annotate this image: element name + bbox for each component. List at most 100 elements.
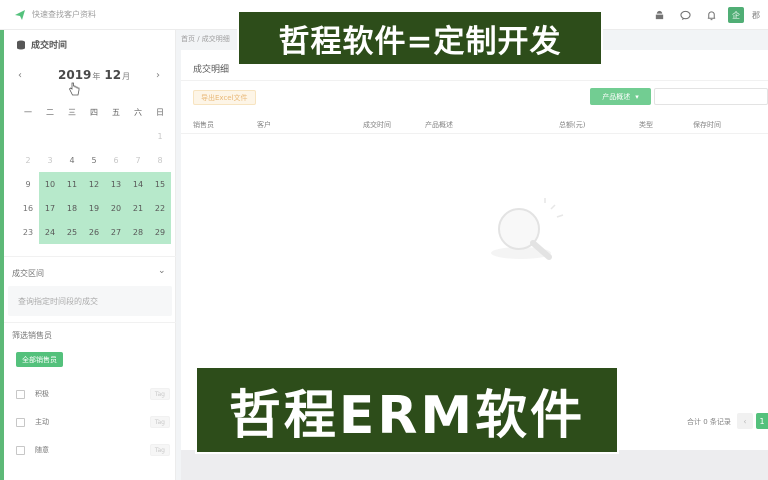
calendar-day-selected[interactable]: 29 — [149, 220, 171, 244]
calendar-grid: 一 二 三 四 五 六 日 1 2 3 4 5 6 7 8 9 10 11 12… — [17, 100, 171, 244]
calendar-day-selected[interactable]: 15 — [149, 172, 171, 196]
sales-rep-checkbox[interactable] — [16, 445, 25, 455]
page-title: 成交明细 — [193, 65, 230, 75]
sales-rep-item[interactable]: 随意 Tag — [16, 442, 172, 458]
database-icon — [17, 40, 25, 49]
bottom-strip — [181, 450, 768, 480]
weekday-label: 一 — [24, 107, 32, 117]
empty-magnifier-icon — [491, 198, 564, 260]
weekday-label: 五 — [112, 107, 120, 117]
weekday-label: 三 — [68, 107, 76, 117]
user-name[interactable]: 郡 — [752, 10, 768, 21]
sales-rep-tag: Tag — [149, 416, 170, 428]
calendar-day[interactable]: 16 — [17, 196, 39, 220]
filter-sales-title: 筛选销售员 — [12, 331, 52, 340]
calendar-day-empty — [39, 124, 61, 148]
calendar-day-empty — [61, 124, 83, 148]
divider — [181, 80, 768, 81]
quick-search-link[interactable]: 快速查找客户资料 — [0, 9, 96, 21]
column-header[interactable]: 销售员 — [193, 120, 214, 130]
page-current-button[interactable]: 1 — [756, 413, 768, 429]
calendar-day-selected[interactable]: 10 — [39, 172, 61, 196]
deal-range-title: 成交区间 — [12, 269, 44, 278]
sales-rep-item[interactable]: 主动 Tag — [16, 414, 172, 430]
calendar-day-empty — [127, 124, 149, 148]
deal-time-title: 成交时间 — [16, 38, 67, 51]
sales-rep-tag: Tag — [149, 388, 170, 400]
column-header[interactable]: 总额(元) — [559, 120, 585, 130]
calendar-day-selected[interactable]: 25 — [61, 220, 83, 244]
chevron-down-icon: ▾ — [635, 92, 639, 101]
calendar-day[interactable]: 1 — [149, 124, 171, 148]
page-prev-button[interactable]: ‹ — [737, 413, 753, 429]
sales-rep-item[interactable]: 积极 Tag — [16, 386, 172, 402]
calendar-next-button[interactable]: › — [156, 70, 160, 81]
column-header[interactable]: 保存时间 — [693, 120, 721, 130]
quick-search-text: 快速查找客户资料 — [32, 10, 96, 19]
bell-icon[interactable] — [698, 0, 724, 30]
calendar-day-selected[interactable]: 13 — [105, 172, 127, 196]
calendar-day[interactable]: 4 — [61, 148, 83, 172]
calendar-day-selected[interactable]: 27 — [105, 220, 127, 244]
calendar-day-selected[interactable]: 24 — [39, 220, 61, 244]
sidebar: 成交时间 ‹ 2019年 12月 › 一 二 三 四 五 六 日 1 2 3 4… — [4, 30, 176, 480]
calendar-day[interactable]: 5 — [83, 148, 105, 172]
column-header[interactable]: 产品概述 — [425, 120, 453, 130]
calendar-day-selected[interactable]: 22 — [149, 196, 171, 220]
calendar-day[interactable]: 2 — [17, 148, 39, 172]
weekday-label: 四 — [90, 107, 98, 117]
top-banner: 哲程软件=定制开发 — [237, 10, 603, 66]
message-icon[interactable] — [672, 0, 698, 30]
column-header[interactable]: 类型 — [639, 120, 653, 130]
calendar-day[interactable]: 9 — [17, 172, 39, 196]
product-filter-select[interactable]: 产品概述 ▾ — [590, 88, 651, 105]
calendar-day-selected[interactable]: 21 — [127, 196, 149, 220]
calendar-day[interactable]: 23 — [17, 220, 39, 244]
calendar-day-selected[interactable]: 17 — [39, 196, 61, 220]
divider — [4, 256, 176, 257]
hand-cursor-icon — [69, 82, 80, 96]
export-excel-button[interactable]: 导出Excel文件 — [193, 90, 256, 105]
column-header[interactable]: 客户 — [257, 120, 271, 130]
bottom-banner: 哲程ERM软件 — [195, 366, 619, 454]
record-total: 合计 0 条记录 — [687, 418, 731, 426]
calendar-day[interactable]: 3 — [39, 148, 61, 172]
calendar-day-selected[interactable]: 14 — [127, 172, 149, 196]
calendar-day-selected[interactable]: 18 — [61, 196, 83, 220]
weekday-label: 日 — [156, 107, 164, 117]
date-range-input[interactable]: 查询指定时间段的成交 — [8, 286, 172, 316]
all-sales-button[interactable]: 全部销售员 — [16, 352, 63, 367]
weekday-label: 二 — [46, 107, 54, 117]
weekday-row: 一 二 三 四 五 六 日 — [17, 100, 171, 124]
column-header[interactable]: 成交时间 — [363, 120, 391, 130]
breadcrumb[interactable]: 首页 / 成交明细 — [181, 34, 230, 44]
weekday-label: 六 — [134, 107, 142, 117]
calendar-day-selected[interactable]: 28 — [127, 220, 149, 244]
calendar-day[interactable]: 7 — [127, 148, 149, 172]
calendar-year-month[interactable]: 2019年 12月 — [58, 68, 134, 82]
calendar-day-selected[interactable]: 19 — [83, 196, 105, 220]
calendar-day-empty — [17, 124, 39, 148]
calendar-day-selected[interactable]: 20 — [105, 196, 127, 220]
calendar-day-selected[interactable]: 26 — [83, 220, 105, 244]
sales-rep-checkbox[interactable] — [16, 389, 25, 399]
calendar-prev-button[interactable]: ‹ — [18, 70, 22, 81]
calendar-week-row: 2 3 4 5 6 7 8 — [17, 148, 171, 172]
calendar-week-row: 16 17 18 19 20 21 22 — [17, 196, 171, 220]
calendar-day[interactable]: 6 — [105, 148, 127, 172]
chevron-down-icon[interactable]: ⌄ — [158, 266, 166, 276]
calendar-header: ‹ 2019年 12月 › — [4, 68, 176, 88]
sales-rep-name: 主动 — [35, 418, 49, 426]
sales-rep-name: 积极 — [35, 390, 49, 398]
sales-rep-name: 随意 — [35, 446, 49, 454]
calendar-day[interactable]: 8 — [149, 148, 171, 172]
calendar-day-empty — [83, 124, 105, 148]
android-icon[interactable] — [646, 0, 672, 30]
calendar-day-selected[interactable]: 11 — [61, 172, 83, 196]
calendar-week-row: 9 10 11 12 13 14 15 — [17, 172, 171, 196]
calendar-day-selected[interactable]: 12 — [83, 172, 105, 196]
divider — [4, 322, 176, 323]
sales-rep-checkbox[interactable] — [16, 417, 25, 427]
search-input[interactable] — [654, 88, 768, 105]
avatar[interactable]: 企 — [728, 7, 744, 23]
